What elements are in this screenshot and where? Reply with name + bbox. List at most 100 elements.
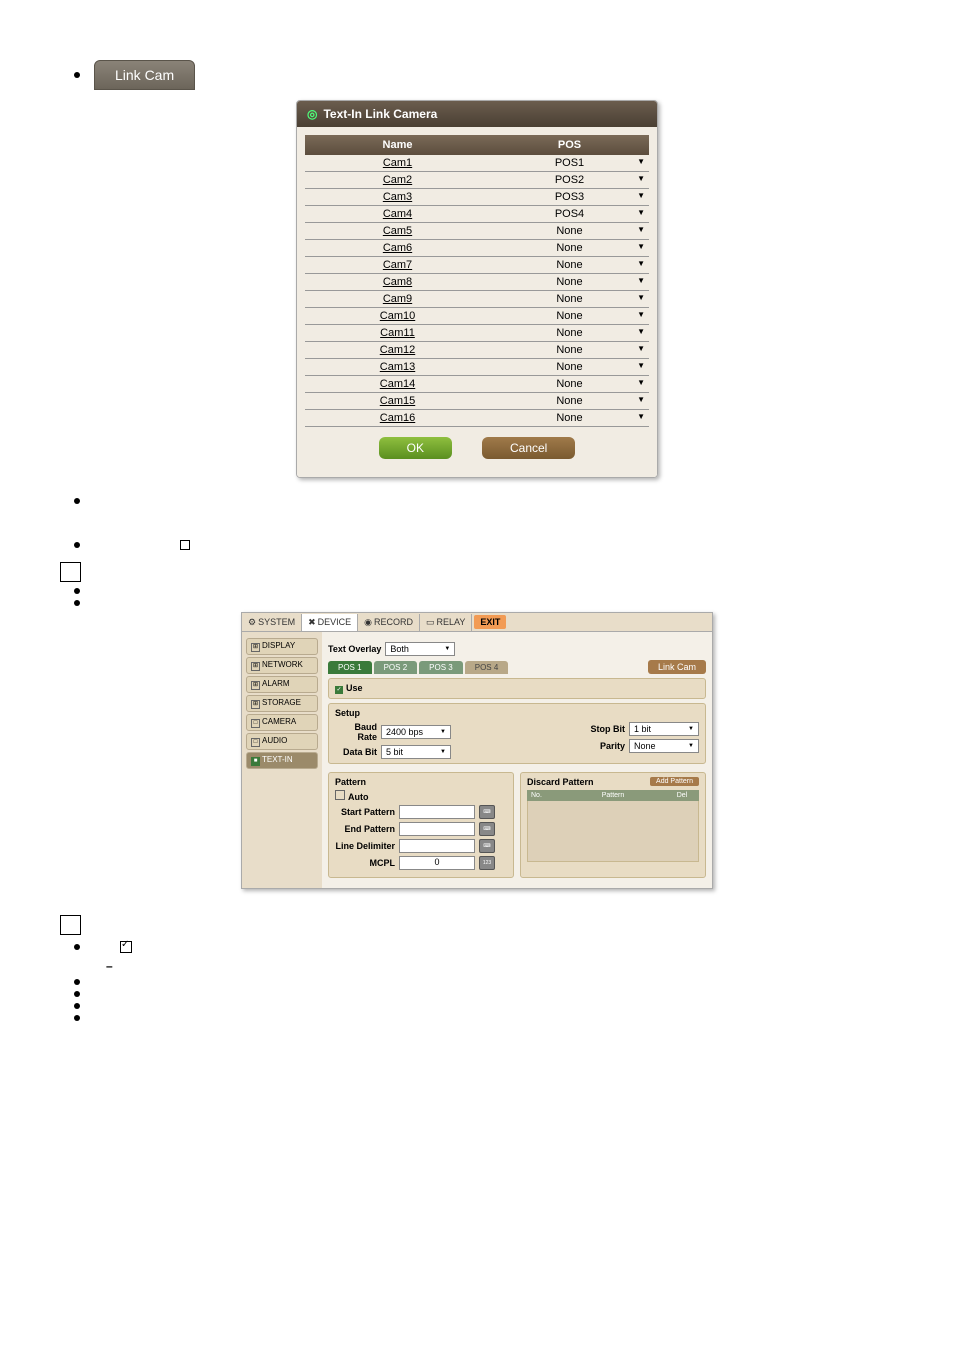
keyboard-icon[interactable]: ⌨ (479, 839, 495, 853)
camera-name[interactable]: Cam13 (305, 359, 490, 376)
parity-select[interactable]: None (629, 739, 699, 753)
pos-select[interactable]: None (490, 410, 649, 427)
pos-select[interactable]: None (490, 342, 649, 359)
use-label: Use (346, 683, 363, 693)
pos-select[interactable]: None (490, 223, 649, 240)
bullet-icon (74, 600, 80, 606)
checked-box-icon (120, 941, 132, 953)
table-row: Cam16None (305, 410, 649, 427)
pos-select[interactable]: None (490, 240, 649, 257)
camera-name[interactable]: Cam15 (305, 393, 490, 410)
exit-button[interactable]: EXIT (474, 615, 506, 629)
use-checkbox[interactable]: ✓ (335, 686, 343, 694)
end-pattern-label: End Pattern (335, 824, 395, 834)
auto-label: Auto (348, 792, 369, 802)
ok-button[interactable]: OK (379, 437, 452, 459)
pattern-label: Pattern (335, 777, 366, 787)
text-in-link-camera-dialog: Text-In Link Camera Name POS Cam1POS1Cam… (296, 100, 658, 478)
camera-name[interactable]: Cam10 (305, 308, 490, 325)
camera-name[interactable]: Cam1 (305, 155, 490, 172)
bullet-icon (74, 979, 80, 985)
table-row: Cam5None (305, 223, 649, 240)
table-row: Cam14None (305, 376, 649, 393)
camera-name[interactable]: Cam8 (305, 274, 490, 291)
camera-name[interactable]: Cam16 (305, 410, 490, 427)
pos-select[interactable]: None (490, 359, 649, 376)
pos-select[interactable]: POS4 (490, 206, 649, 223)
config-window: ⚙ SYSTEM ✖ DEVICE ◉ RECORD ▭ RELAY EXIT … (241, 612, 713, 889)
cancel-button[interactable]: Cancel (482, 437, 575, 459)
camera-name[interactable]: Cam9 (305, 291, 490, 308)
bullet-icon (74, 944, 80, 950)
sidebar-display[interactable]: ⊞DISPLAY (246, 638, 318, 655)
add-pattern-button[interactable]: Add Pattern (650, 777, 699, 786)
tab-relay[interactable]: ▭ RELAY (420, 614, 472, 631)
pos1-tab[interactable]: POS 1 (328, 661, 372, 674)
tab-device[interactable]: ✖ DEVICE (302, 614, 358, 631)
camera-name[interactable]: Cam5 (305, 223, 490, 240)
pos-select[interactable]: POS2 (490, 172, 649, 189)
sidebar: ⊞DISPLAY ⊞NETWORK ⊞ALARM ⊞STORAGE □CAMER… (242, 632, 322, 888)
discard-pattern-list (527, 801, 699, 862)
pos-select[interactable]: None (490, 308, 649, 325)
parity-label: Parity (583, 741, 625, 751)
end-pattern-input[interactable] (399, 822, 475, 836)
camera-name[interactable]: Cam2 (305, 172, 490, 189)
section-box (60, 915, 81, 935)
mcpl-input[interactable]: 0 (399, 856, 475, 870)
pos-select[interactable]: None (490, 291, 649, 308)
mcpl-label: MCPL (335, 858, 395, 868)
camera-name[interactable]: Cam12 (305, 342, 490, 359)
bullet-icon (74, 991, 80, 997)
table-row: Cam2POS2 (305, 172, 649, 189)
data-bit-select[interactable]: 5 bit (381, 745, 451, 759)
camera-name[interactable]: Cam3 (305, 189, 490, 206)
pos-select[interactable]: None (490, 325, 649, 342)
bullet-icon (74, 1015, 80, 1021)
baud-rate-select[interactable]: 2400 bps (381, 725, 451, 739)
numpad-icon[interactable]: 123 (479, 856, 495, 870)
keyboard-icon[interactable]: ⌨ (479, 805, 495, 819)
baud-rate-label: Baud Rate (335, 722, 377, 742)
tab-record[interactable]: ◉ RECORD (358, 614, 420, 631)
pos4-tab[interactable]: POS 4 (465, 661, 509, 674)
bullet-icon (74, 588, 80, 594)
pos-select[interactable]: None (490, 376, 649, 393)
camera-name[interactable]: Cam7 (305, 257, 490, 274)
text-overlay-label: Text Overlay (328, 644, 381, 654)
table-row: Cam7None (305, 257, 649, 274)
sidebar-alarm[interactable]: ⊞ALARM (246, 676, 318, 693)
section-box (60, 562, 81, 582)
camera-name[interactable]: Cam6 (305, 240, 490, 257)
keyboard-icon[interactable]: ⌨ (479, 822, 495, 836)
sidebar-camera[interactable]: □CAMERA (246, 714, 318, 731)
text-overlay-select[interactable]: Both (385, 642, 455, 656)
table-row: Cam12None (305, 342, 649, 359)
camera-name[interactable]: Cam14 (305, 376, 490, 393)
tab-system[interactable]: ⚙ SYSTEM (242, 614, 302, 631)
auto-checkbox[interactable] (335, 790, 345, 800)
pos-select[interactable]: None (490, 274, 649, 291)
sidebar-audio[interactable]: □AUDIO (246, 733, 318, 750)
sidebar-text-in[interactable]: ■TEXT-IN (246, 752, 318, 769)
table-row: Cam9None (305, 291, 649, 308)
start-pattern-label: Start Pattern (335, 807, 395, 817)
col-pos: POS (490, 135, 649, 155)
start-pattern-input[interactable] (399, 805, 475, 819)
sidebar-network[interactable]: ⊞NETWORK (246, 657, 318, 674)
pos3-tab[interactable]: POS 3 (419, 661, 463, 674)
stop-bit-label: Stop Bit (583, 724, 625, 734)
pos2-tab[interactable]: POS 2 (374, 661, 418, 674)
link-cam-button-inner[interactable]: Link Cam (648, 660, 706, 674)
camera-name[interactable]: Cam11 (305, 325, 490, 342)
pos-select[interactable]: None (490, 393, 649, 410)
table-row: Cam6None (305, 240, 649, 257)
pos-select[interactable]: POS3 (490, 189, 649, 206)
stop-bit-select[interactable]: 1 bit (629, 722, 699, 736)
camera-name[interactable]: Cam4 (305, 206, 490, 223)
pos-select[interactable]: POS1 (490, 155, 649, 172)
line-delimiter-input[interactable] (399, 839, 475, 853)
sidebar-storage[interactable]: ⊞STORAGE (246, 695, 318, 712)
pos-select[interactable]: None (490, 257, 649, 274)
link-cam-button[interactable]: Link Cam (94, 60, 195, 90)
